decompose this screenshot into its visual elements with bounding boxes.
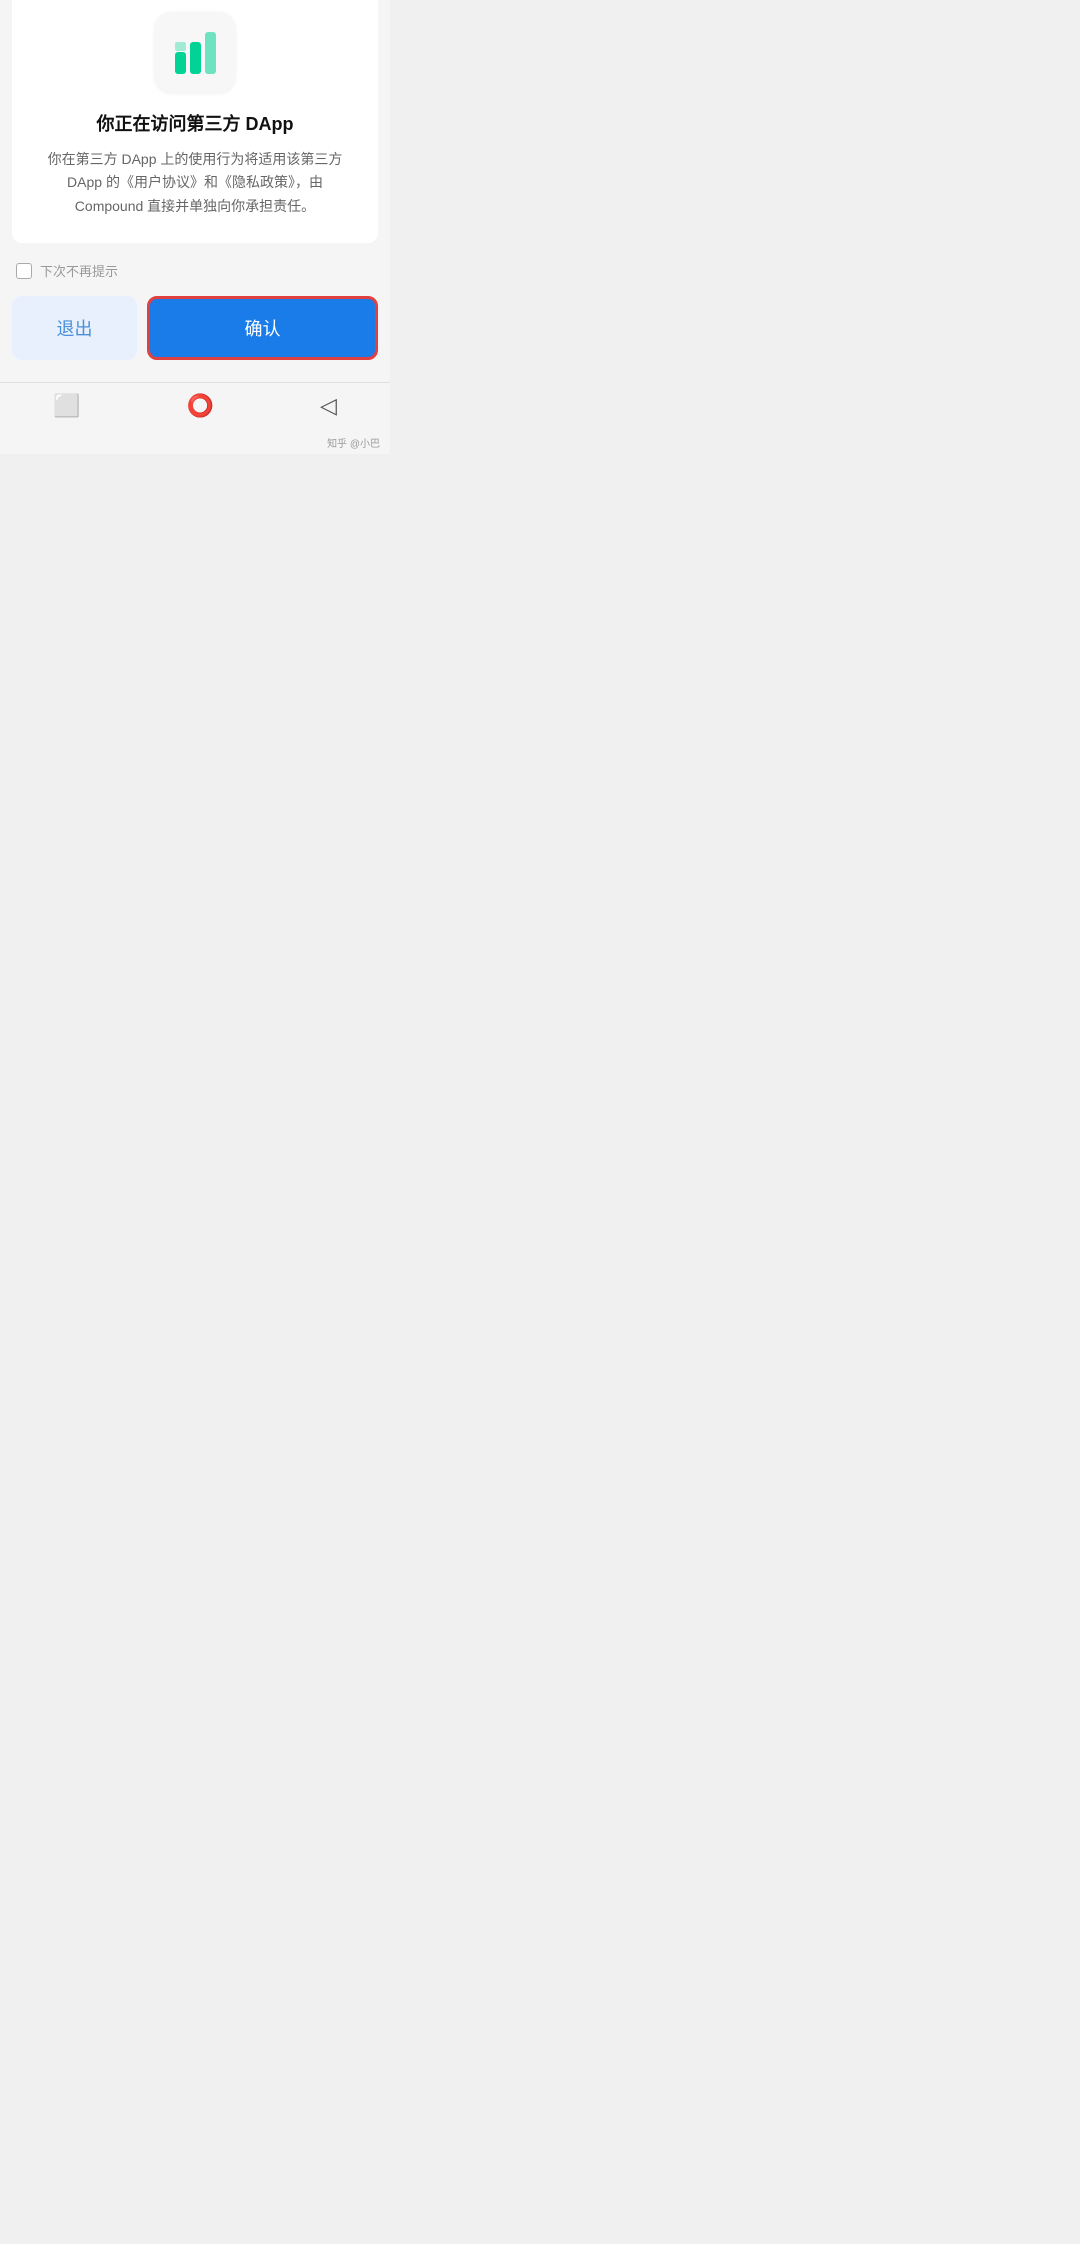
exit-button[interactable]: 退出 xyxy=(12,296,137,360)
no-remind-checkbox[interactable] xyxy=(16,263,32,279)
modal-sheet: 访问说明 你正在访问第三方 DApp 你在第三方 DApp 上的使用行为将适用该… xyxy=(0,0,390,382)
home-icon[interactable]: ⬜ xyxy=(53,393,80,419)
checkbox-row[interactable]: 下次不再提示 xyxy=(0,251,390,286)
circle-icon[interactable]: ⭕ xyxy=(187,393,214,419)
watermark: 知乎 @小巴 xyxy=(0,433,390,454)
back-icon[interactable]: ◁ xyxy=(320,393,337,419)
compound-app: Compound 连接钱包 净APY 抵押余额 借贷余额 借入限额 0% xyxy=(0,72,390,382)
confirm-button[interactable]: 确认 xyxy=(147,296,378,360)
dapp-icon-wrapper xyxy=(155,12,235,92)
checkbox-label: 下次不再提示 xyxy=(40,261,118,280)
modal-main-title: 你正在访问第三方 DApp xyxy=(97,110,294,136)
bottom-nav: ⬜ ⭕ ◁ xyxy=(0,382,390,433)
modal-description: 你在第三方 DApp 上的使用行为将适用该第三方 DApp 的《用户协议》和《隐… xyxy=(32,148,358,219)
action-buttons: 退出 确认 xyxy=(0,286,390,366)
modal-overlay: 访问说明 你正在访问第三方 DApp 你在第三方 DApp 上的使用行为将适用该… xyxy=(0,72,390,382)
compound-dapp-icon xyxy=(169,26,221,78)
watermark-text: 知乎 @小巴 xyxy=(327,439,380,450)
modal-content-card: 你正在访问第三方 DApp 你在第三方 DApp 上的使用行为将适用该第三方 D… xyxy=(12,0,378,243)
